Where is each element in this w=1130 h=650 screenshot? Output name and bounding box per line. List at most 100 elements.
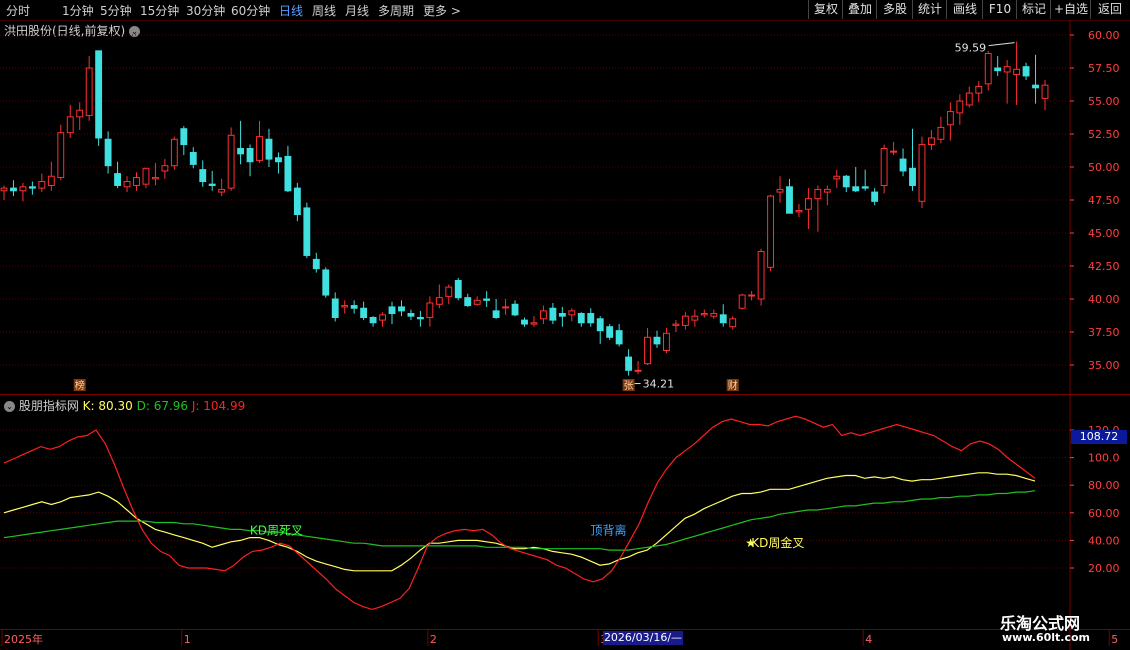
candle-body	[871, 191, 879, 202]
candle-body	[729, 318, 737, 328]
x-tick-label: 4	[865, 633, 872, 646]
candle-body	[133, 177, 140, 186]
candle-body	[899, 158, 907, 172]
candle-body	[681, 315, 689, 326]
candle-body	[672, 323, 680, 326]
series-line-K	[3, 472, 1036, 572]
candle-body	[568, 310, 576, 316]
candle-body	[956, 100, 964, 114]
x-tick-label: 5	[1111, 633, 1118, 646]
candle-body	[151, 177, 159, 180]
main-ytick-label: 55.00	[1088, 95, 1120, 108]
candle-body	[161, 165, 169, 172]
candle-body	[511, 303, 519, 316]
ind-ytick-label: 20.00	[1088, 562, 1120, 575]
candle-body	[38, 181, 46, 189]
main-ytick-label: 45.00	[1088, 227, 1120, 240]
candle-body	[861, 186, 869, 189]
candle-body	[28, 186, 36, 189]
candle-body	[19, 186, 27, 192]
candle-body	[587, 313, 595, 324]
candle-body	[473, 299, 481, 305]
watermark-url: www.60lt.com	[1002, 631, 1091, 644]
candle-body	[76, 109, 84, 118]
candle-body	[303, 207, 311, 256]
high-pointer	[988, 42, 1015, 47]
candle-body	[880, 148, 888, 186]
candle-body	[852, 186, 860, 192]
candle-body	[530, 322, 538, 325]
candle-body	[114, 173, 121, 186]
candle-body	[984, 52, 992, 85]
main-ytick-label: 50.00	[1088, 161, 1120, 174]
candle-body	[435, 297, 443, 305]
candle-body	[104, 138, 112, 167]
candle-body	[946, 111, 954, 126]
candle-body	[312, 258, 320, 270]
candle-body	[1003, 66, 1011, 73]
candle-body	[653, 336, 661, 345]
candle-body	[293, 187, 301, 216]
candle-body	[521, 319, 528, 325]
candle-body	[928, 137, 935, 146]
main-ytick-label: 57.50	[1088, 62, 1120, 75]
candle-body	[539, 310, 547, 320]
candle-body	[199, 169, 207, 183]
candle-body	[180, 128, 188, 146]
candle-body	[350, 305, 358, 309]
event-marker-label: 张	[624, 380, 634, 392]
candle-body	[379, 314, 386, 321]
ind-ytick-label: 100.0	[1088, 452, 1120, 465]
high-label: 59.59	[955, 42, 987, 55]
candle-body	[748, 294, 756, 297]
candle-body	[842, 175, 850, 188]
candle-body	[284, 155, 292, 192]
candle-body	[398, 306, 405, 312]
stock-chart[interactable]: 60.00 57.50 55.00 52.50 50.00 47.50 45.00 42.50…	[0, 0, 1130, 650]
candle-body	[57, 132, 65, 179]
ind-ytick-label: 80.00	[1088, 479, 1120, 492]
candle-body	[937, 126, 945, 140]
candle-body	[227, 134, 235, 189]
main-ytick-label: 42.50	[1088, 260, 1120, 273]
indicator-annotation: 顶背离	[590, 523, 626, 538]
candle-body	[208, 183, 216, 186]
candle-body	[237, 148, 245, 155]
candle-body	[757, 250, 765, 300]
candle-body	[909, 167, 916, 186]
candle-body	[85, 67, 93, 117]
candle-body	[691, 315, 699, 321]
candle-body	[776, 188, 784, 193]
candle-body	[445, 286, 453, 297]
ind-ytick-label: 60.00	[1088, 507, 1120, 520]
x-tick-label: 2025年	[4, 632, 43, 646]
candle-body	[833, 175, 841, 180]
candle-body	[47, 175, 55, 186]
candle-body	[795, 210, 803, 213]
candle-body	[483, 298, 491, 301]
candle-body	[558, 313, 566, 317]
candle-body	[360, 307, 368, 318]
indicator-annotation: KD周金叉	[751, 535, 804, 550]
main-ytick-label: 37.50	[1088, 326, 1120, 339]
candle-body	[275, 157, 282, 163]
candle-body	[189, 151, 197, 165]
x-tick-label: 1	[184, 633, 191, 646]
candle-body	[634, 369, 642, 372]
main-ytick-label: 52.50	[1088, 128, 1120, 141]
candle-body	[1032, 84, 1039, 89]
candle-body	[331, 298, 339, 318]
candle-body	[218, 188, 226, 193]
candle-body	[615, 330, 623, 345]
main-ytick-label: 47.50	[1088, 194, 1120, 207]
candle-body	[1022, 66, 1030, 77]
candle-body	[804, 198, 812, 210]
event-marker-label: 榜	[75, 379, 85, 392]
candle-body	[710, 313, 718, 317]
candle-body	[388, 306, 396, 315]
candle-body	[123, 181, 131, 188]
candle-body	[66, 116, 74, 134]
candle-body	[95, 50, 103, 139]
candle-body	[454, 280, 462, 299]
main-ytick-label: 40.00	[1088, 293, 1120, 306]
